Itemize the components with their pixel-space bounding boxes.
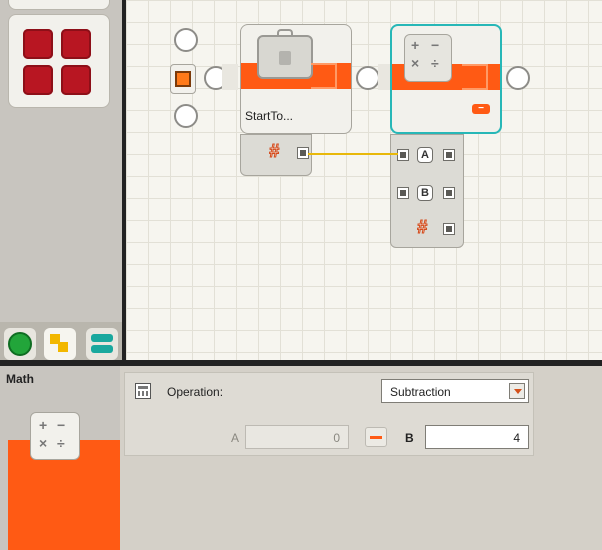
- config-title: Math: [6, 372, 34, 386]
- red-block-icon: [23, 29, 53, 59]
- connector-icon: [462, 64, 488, 90]
- beam-segment: [378, 64, 390, 90]
- calculator-keys: [138, 391, 148, 396]
- input-b-out-port[interactable]: [443, 187, 455, 199]
- math-plug-area: A B #: [390, 134, 464, 248]
- math-ops-icon: + − × ÷: [30, 412, 80, 460]
- result-port[interactable]: [443, 223, 455, 235]
- data-wire[interactable]: [308, 153, 398, 155]
- chevron-arrow: [514, 389, 522, 394]
- number-output-icon: #: [268, 141, 280, 162]
- times-glyph: ×: [411, 55, 420, 71]
- input-a-out-port[interactable]: [443, 149, 455, 161]
- math-block[interactable]: + − × ÷ −: [390, 24, 502, 134]
- start-to-block[interactable]: StartTo...: [240, 24, 352, 134]
- program-canvas[interactable]: StartTo... # + − × ÷ − A B #: [124, 0, 602, 360]
- plus-glyph: +: [39, 417, 48, 433]
- connector-icon: [311, 63, 337, 89]
- block-palette: [0, 0, 123, 366]
- start-to-plug-area: #: [240, 134, 312, 176]
- chevron-down-icon[interactable]: [509, 383, 525, 399]
- sequence-port-bottom[interactable]: [174, 104, 198, 128]
- config-settings-box: Operation: Subtraction A 0 B 4: [124, 372, 534, 456]
- start-to-label: StartTo...: [245, 109, 294, 123]
- times-glyph: ×: [39, 435, 48, 451]
- input-a-field[interactable]: 0: [245, 425, 349, 449]
- beam-joint: [356, 66, 380, 90]
- input-b-value: 4: [513, 431, 520, 445]
- red-block-icon: [61, 65, 91, 95]
- plus-glyph: +: [411, 37, 420, 53]
- input-b-label: B: [405, 431, 414, 445]
- red-block-icon: [61, 29, 91, 59]
- start-node[interactable]: [170, 64, 196, 94]
- input-a-label: A: [231, 431, 240, 445]
- minus-bar: [370, 436, 382, 439]
- operation-value: Subtraction: [390, 385, 451, 399]
- sequence-port-end[interactable]: [506, 66, 530, 90]
- input-b-field[interactable]: 4: [425, 425, 529, 449]
- divide-glyph: ÷: [431, 55, 439, 71]
- lock-icon: [279, 51, 291, 65]
- input-b-icon: B: [417, 185, 433, 201]
- custom-palette-icon: [91, 334, 113, 342]
- subtraction-mode-icon: −: [472, 104, 490, 114]
- calculator-icon: [135, 383, 151, 399]
- calculator-screen: [138, 386, 148, 389]
- beam-segment: [222, 64, 238, 90]
- result-output-icon: #: [416, 217, 428, 238]
- palette-tile-top[interactable]: [8, 0, 110, 10]
- suitcase-icon: [257, 29, 313, 79]
- canvas-divider: [122, 0, 126, 362]
- input-a-icon: A: [417, 147, 433, 163]
- tab-common[interactable]: [4, 328, 36, 360]
- input-b-port[interactable]: [397, 187, 409, 199]
- suitcase-handle: [277, 29, 293, 37]
- divide-glyph: ÷: [57, 435, 65, 451]
- custom-palette-icon-part: [91, 345, 113, 353]
- operation-label: Operation:: [167, 385, 224, 399]
- subtraction-operator-icon: [365, 427, 387, 447]
- minus-glyph: −: [431, 37, 440, 53]
- minus-glyph: −: [57, 417, 66, 433]
- red-block-icon: [23, 65, 53, 95]
- sequence-port-top[interactable]: [174, 28, 198, 52]
- input-a-port[interactable]: [397, 149, 409, 161]
- complete-palette-icon-part: [58, 342, 68, 352]
- green-circle-icon: [8, 332, 32, 356]
- operation-select[interactable]: Subtraction: [381, 379, 529, 403]
- start-icon: [175, 71, 191, 87]
- math-ops-icon: + − × ÷: [404, 34, 452, 82]
- tab-custom[interactable]: [86, 328, 118, 360]
- palette-tile-red-blocks[interactable]: [8, 14, 110, 108]
- tab-complete[interactable]: [44, 328, 76, 360]
- input-a-value: 0: [333, 431, 340, 445]
